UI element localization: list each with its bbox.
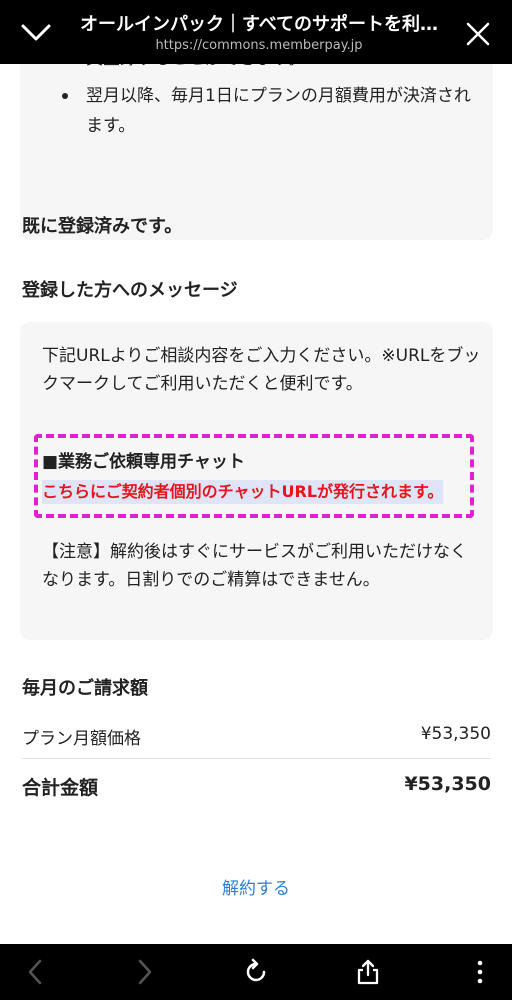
- more-icon[interactable]: [466, 958, 494, 986]
- page-title: オールインパック｜すべてのサポートを利…: [79, 14, 439, 35]
- chevron-down-icon[interactable]: [20, 20, 52, 44]
- plan-price-value: ¥53,350: [420, 724, 491, 744]
- divider: [22, 758, 491, 759]
- cancel-notice: 【注意】解約後はすぐにサービスがご利用いただけなくなります。日割りでのご精算はで…: [42, 542, 467, 590]
- plan-price-label: プラン月額価格: [22, 729, 141, 749]
- chat-highlight-box: ■業務ご依頼専用チャット こちらにご契約者個別のチャットURLが発行されます。: [34, 434, 474, 518]
- share-icon[interactable]: [354, 958, 382, 986]
- message-section-title: 登録した方へのメッセージ: [22, 280, 238, 301]
- cancel-button[interactable]: 解約する: [0, 874, 512, 899]
- billing-title: 毎月のご請求額: [22, 678, 148, 699]
- info-bullet-text: 翌月以降、毎月1日にプランの月額費用が決済されます。: [86, 86, 471, 136]
- close-icon[interactable]: [466, 22, 490, 46]
- chat-url-link[interactable]: こちらにご契約者個別のチャットURLが発行されます。: [42, 480, 444, 504]
- forward-icon[interactable]: [130, 958, 158, 986]
- bullet-icon: [62, 93, 68, 99]
- total-label: 合計金額: [22, 777, 99, 799]
- page-url: https://commons.memberpay.jp: [155, 38, 363, 53]
- info-continued-text: 員登録することができます。: [86, 64, 305, 74]
- back-icon[interactable]: [22, 958, 50, 986]
- browser-toolbar: [0, 944, 512, 1000]
- total-value: ¥53,350: [404, 773, 491, 795]
- main-content: 員登録することができます。 翌月以降、毎月1日にプランの月額費用が決済されます。…: [0, 64, 512, 944]
- chat-title: ■業務ご依頼専用チャット: [42, 452, 245, 472]
- message-box: 下記URLよりご相談内容をご入力ください。※URLをブックマークしてご利用いただ…: [20, 322, 493, 640]
- registered-status: 既に登録済みです。: [22, 216, 183, 237]
- message-intro: 下記URLよりご相談内容をご入力ください。※URLをブックマークしてご利用いただ…: [42, 346, 481, 394]
- reload-icon[interactable]: [242, 958, 270, 986]
- browser-header: オールインパック｜すべてのサポートを利… https://commons.mem…: [0, 0, 512, 64]
